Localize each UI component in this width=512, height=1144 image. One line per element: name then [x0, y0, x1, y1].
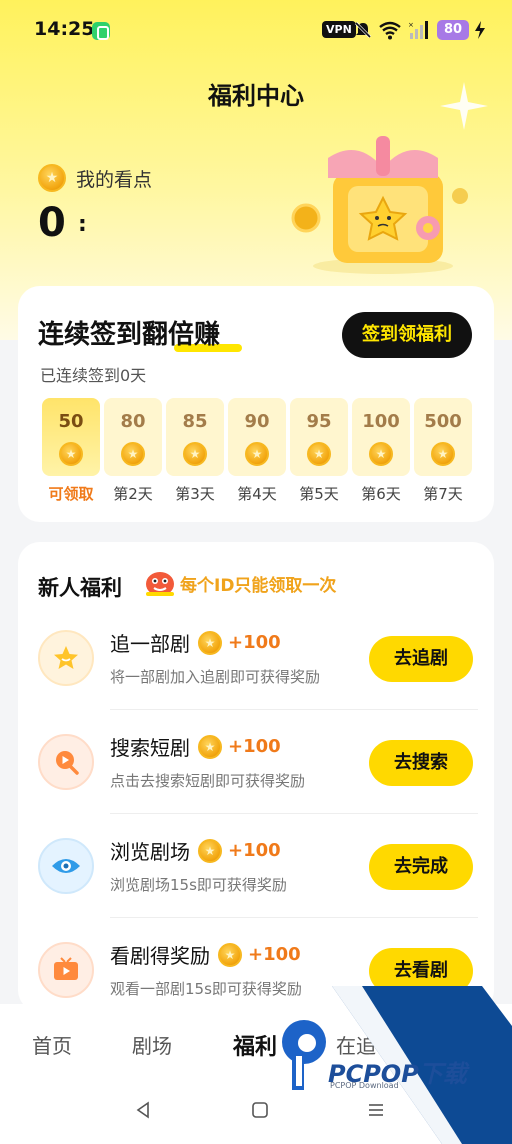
sign-in-day[interactable]: 95 第5天	[290, 398, 348, 504]
points-arrow-icon[interactable]: :	[78, 212, 87, 237]
day-value: 95	[306, 411, 332, 432]
day-label: 第7天	[423, 485, 463, 503]
tab-welfare[interactable]: 福利	[233, 1029, 277, 1061]
task-desc: 点击去搜索短剧即可获得奖励	[110, 772, 306, 790]
sign-in-day[interactable]: 90 第4天	[228, 398, 286, 504]
day-box: 95	[290, 398, 348, 476]
back-icon[interactable]	[133, 1100, 153, 1124]
sign-in-streak: 已连续签到0天	[40, 366, 147, 385]
day-box: 85	[166, 398, 224, 476]
coin-icon	[218, 942, 242, 967]
day-value: 500	[424, 411, 462, 432]
sign-in-title: 连续签到翻倍赚	[38, 320, 221, 350]
task-name: 追一部剧	[110, 632, 190, 656]
vpn-icon: VPN	[322, 21, 356, 38]
coin-icon	[198, 734, 222, 759]
go-follow-button[interactable]: 去追剧	[369, 636, 473, 682]
day-label: 第3天	[175, 485, 215, 503]
task-title: 追一部剧 +100	[110, 628, 281, 657]
sign-in-day[interactable]: 500 第7天	[414, 398, 472, 504]
task-search-drama: 搜索短剧 +100 点击去搜索短剧即可获得奖励 去搜索	[38, 710, 478, 814]
task-title: 搜索短剧 +100	[110, 732, 281, 761]
coin-icon	[198, 630, 222, 655]
status-time: 14:25	[34, 18, 95, 40]
task-name: 看剧得奖励	[110, 944, 210, 968]
coin-icon	[198, 838, 222, 863]
day-label: 第4天	[237, 485, 277, 503]
day-box: 100	[352, 398, 410, 476]
newbie-title: 新人福利	[38, 576, 122, 600]
day-box: 500	[414, 398, 472, 476]
day-value: 80	[120, 411, 146, 432]
coin-icon	[245, 442, 269, 466]
task-browse-theater: 浏览剧场 +100 浏览剧场15s即可获得奖励 去完成	[38, 814, 478, 918]
task-follow-drama: 追一部剧 +100 将一部剧加入追剧即可获得奖励 去追剧	[38, 606, 478, 710]
coin-icon	[369, 442, 393, 466]
watermark-logo-icon	[276, 1016, 332, 1100]
coin-icon	[121, 442, 145, 466]
coin-icon	[59, 442, 83, 466]
coin-icon	[183, 442, 207, 466]
sign-in-days: 50 可领取 80 第2天 85 第3天 90 第4天	[42, 398, 476, 504]
go-complete-button[interactable]: 去完成	[369, 844, 473, 890]
app-icon	[92, 22, 110, 40]
tab-home[interactable]: 首页	[32, 1030, 72, 1059]
task-name: 搜索短剧	[110, 736, 190, 760]
tv-play-icon	[38, 942, 94, 998]
star-icon	[38, 630, 94, 686]
task-reward: +100	[228, 632, 281, 653]
task-title: 看剧得奖励 +100	[110, 940, 301, 969]
watermark-sub: PCPOP Download	[330, 1081, 399, 1090]
task-desc: 将一部剧加入追剧即可获得奖励	[110, 668, 321, 686]
task-title: 浏览剧场 +100	[110, 836, 281, 865]
points-row[interactable]: 我的看点	[38, 163, 152, 193]
task-desc: 观看一部剧15s即可获得奖励	[110, 980, 302, 998]
task-reward: +100	[228, 840, 281, 861]
gift-box-illustration	[288, 128, 478, 278]
day-label: 第2天	[113, 485, 153, 503]
sign-in-button[interactable]: 签到领福利	[342, 312, 472, 358]
tab-theater[interactable]: 剧场	[132, 1030, 172, 1059]
day-label: 可领取	[48, 485, 94, 503]
task-reward: +100	[248, 944, 301, 965]
signal-icon: ×	[408, 19, 430, 45]
newbie-note: 每个ID只能领取一次	[180, 576, 337, 596]
newbie-card: 新人福利 每个ID只能领取一次 追一部剧 +100 将一部剧加入追剧即可获得奖励…	[18, 542, 494, 1012]
go-search-button[interactable]: 去搜索	[369, 740, 473, 786]
day-box: 80	[104, 398, 162, 476]
task-desc: 浏览剧场15s即可获得奖励	[110, 876, 287, 894]
sign-in-day[interactable]: 85 第3天	[166, 398, 224, 504]
sign-in-day[interactable]: 80 第2天	[104, 398, 162, 504]
coin-icon	[38, 164, 66, 192]
points-value: 0	[38, 200, 66, 246]
day-label: 第6天	[361, 485, 401, 503]
search-play-icon	[38, 734, 94, 790]
battery-icon: 80	[437, 20, 469, 40]
day-value: 90	[244, 411, 270, 432]
sign-in-day[interactable]: 50 可领取	[42, 398, 100, 504]
day-label: 第5天	[299, 485, 339, 503]
eye-icon	[38, 838, 94, 894]
day-value: 100	[362, 411, 400, 432]
wifi-icon	[378, 20, 402, 44]
task-name: 浏览剧场	[110, 840, 190, 864]
day-value: 85	[182, 411, 208, 432]
charging-icon	[473, 20, 487, 44]
sign-in-day[interactable]: 100 第6天	[352, 398, 410, 504]
coin-icon	[307, 442, 331, 466]
svg-text:×: ×	[408, 21, 414, 29]
sign-in-card: 连续签到翻倍赚 签到领福利 已连续签到0天 50 可领取 80 第2天 85 第…	[18, 286, 494, 522]
mute-icon	[353, 20, 373, 44]
home-icon[interactable]	[250, 1100, 270, 1124]
points-label: 我的看点	[76, 168, 153, 191]
task-reward: +100	[228, 736, 281, 757]
day-box: 50	[42, 398, 100, 476]
status-bar: 14:25 VPN × 80	[0, 0, 512, 62]
mascot-icon	[142, 566, 178, 598]
day-box: 90	[228, 398, 286, 476]
coin-icon	[431, 442, 455, 466]
day-value: 50	[58, 411, 84, 432]
